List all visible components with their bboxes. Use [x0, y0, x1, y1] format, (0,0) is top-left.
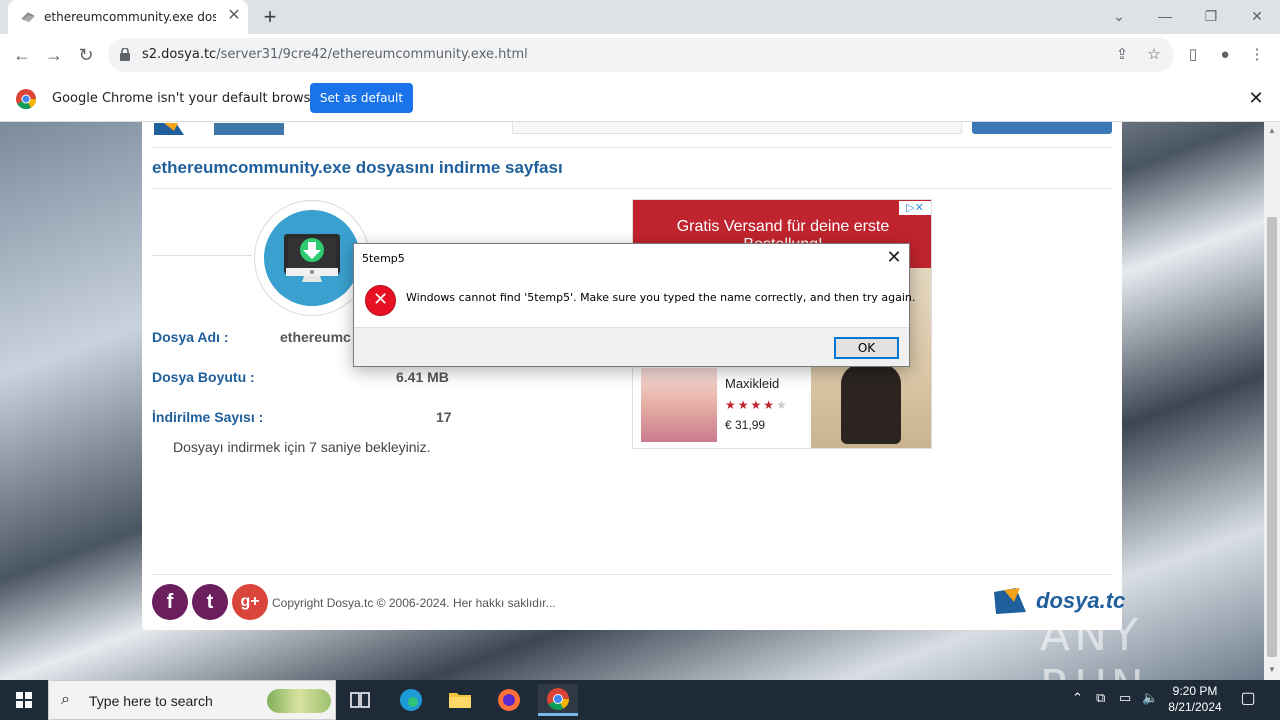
tab-search-icon[interactable]: ⌄ — [1104, 4, 1134, 28]
side-panel-icon[interactable]: ▯ — [1182, 44, 1204, 66]
url-host: s2.dosya.tc — [142, 47, 217, 62]
chrome-taskbar-icon[interactable] — [538, 684, 578, 716]
browser-toolbar: ← → ↻ s2.dosya.tc/server31/9cre42/ethere… — [0, 34, 1280, 76]
firefox-icon[interactable] — [489, 684, 529, 716]
field-value-downloads: 17 — [436, 409, 452, 425]
star-icon: ★ — [725, 398, 738, 412]
divider — [152, 255, 252, 256]
download-computer-icon — [284, 234, 340, 282]
adchoices-icon[interactable]: ▷✕ — [899, 201, 931, 215]
scroll-down-icon[interactable]: ▼ — [1268, 665, 1276, 674]
anyrun-watermark: ANY RUN — [1040, 610, 1144, 680]
facebook-icon[interactable]: f — [152, 584, 188, 620]
error-icon: ✕ — [365, 285, 396, 316]
scroll-up-icon[interactable]: ▲ — [1268, 126, 1276, 135]
tray-chevron-icon[interactable]: ⌃ — [1072, 690, 1083, 706]
url-text: s2.dosya.tc/server31/9cre42/ethereumcomm… — [142, 47, 528, 62]
tray-device-icon[interactable]: ⧉ — [1096, 690, 1105, 706]
dosya-logo-icon — [994, 588, 1026, 614]
back-button[interactable]: ← — [10, 43, 34, 67]
site-nav-button[interactable] — [972, 122, 1112, 134]
set-as-default-button[interactable]: Set as default — [310, 83, 413, 113]
divider — [152, 188, 1112, 189]
divider — [152, 574, 1112, 575]
browser-tab[interactable]: ethereumcommunity.exe dosyasını indirme … — [8, 0, 248, 34]
field-value-filesize: 6.41 MB — [396, 369, 449, 385]
twitter-icon[interactable]: t — [192, 584, 228, 620]
ok-button[interactable]: OK — [834, 337, 899, 359]
taskbar-search[interactable]: ⌕ Type here to search — [48, 680, 336, 720]
star-icon: ★ — [750, 398, 764, 412]
notification-icon[interactable]: ▢ — [1236, 688, 1260, 712]
dialog-title: 5temp5 — [362, 252, 405, 265]
star-icon: ★ — [763, 398, 777, 412]
divider — [152, 147, 1112, 148]
default-browser-infobar: Google Chrome isn't your default browser… — [0, 76, 1280, 122]
scrollbar-thumb[interactable] — [1267, 217, 1277, 657]
start-button[interactable] — [0, 680, 48, 720]
url-path: /server31/9cre42/ethereumcommunity.exe.h… — [216, 47, 528, 62]
site-logo[interactable] — [154, 122, 294, 135]
bookmark-star-icon[interactable]: ☆ — [1143, 44, 1165, 66]
clock-time: 9:20 PM — [1172, 684, 1218, 698]
new-tab-button[interactable]: + — [258, 5, 282, 29]
forward-button[interactable]: → — [42, 43, 66, 67]
site-nav[interactable] — [512, 122, 962, 134]
tab-title: ethereumcommunity.exe dosyasını indirme … — [44, 10, 216, 24]
profile-avatar-icon[interactable]: ● — [1214, 44, 1236, 66]
tab-close-icon[interactable]: ✕ — [226, 8, 242, 24]
restore-button[interactable]: ❐ — [1196, 4, 1226, 28]
field-label-filesize: Dosya Boyutu : — [152, 369, 255, 385]
copyright-text: Copyright Dosya.tc © 2006-2024. Her hakk… — [272, 596, 556, 610]
page-scrollbar[interactable]: ▲ ▼ — [1264, 122, 1280, 680]
task-view-icon[interactable] — [340, 684, 380, 716]
search-icon: ⌕ — [61, 691, 70, 708]
google-plus-icon[interactable]: g+ — [232, 584, 268, 620]
windows-taskbar: ⌕ Type here to search ⌃ ⧉ ▭ 🔈 9:20 PM 8/… — [0, 680, 1280, 720]
share-icon[interactable]: ⇪ — [1111, 44, 1133, 66]
search-placeholder: Type here to search — [89, 693, 213, 709]
page-title: ethereumcommunity.exe dosyasını indirme … — [152, 158, 563, 177]
infobar-message: Google Chrome isn't your default browser — [52, 91, 324, 106]
dialog-message: Windows cannot find '5temp5'. Make sure … — [406, 291, 916, 304]
field-value-filename: ethereumc — [280, 329, 351, 345]
file-explorer-icon[interactable] — [440, 684, 480, 716]
close-window-button[interactable]: ✕ — [1242, 4, 1272, 28]
page-content: ethereumcommunity.exe dosyasını indirme … — [142, 122, 1125, 630]
taskbar-clock[interactable]: 9:20 PM 8/21/2024 — [1160, 683, 1230, 715]
infobar-close-icon[interactable]: ✕ — [1246, 88, 1266, 108]
ad-product-image[interactable] — [641, 368, 717, 442]
volume-icon[interactable]: 🔈 — [1142, 690, 1158, 706]
field-label-filename: Dosya Adı : — [152, 329, 229, 345]
countdown-message: Dosyayı indirmek için 7 saniye bekleyini… — [173, 439, 431, 455]
menu-kebab-icon[interactable]: ⋮ — [1246, 44, 1268, 66]
address-bar[interactable]: s2.dosya.tc/server31/9cre42/ethereumcomm… — [108, 38, 1174, 72]
ad-price: € 31,99 — [725, 418, 766, 432]
site-favicon-icon — [21, 12, 35, 22]
windows-logo-icon — [16, 692, 32, 708]
network-icon[interactable]: ▭ — [1119, 690, 1131, 706]
ad-rating-stars: ★★★★★ — [725, 398, 789, 412]
star-icon: ★ — [776, 398, 789, 412]
star-icon: ★ — [737, 398, 751, 412]
ad-product-name[interactable]: Maxikleid — [725, 376, 779, 391]
minimize-button[interactable]: — — [1150, 4, 1180, 28]
lock-icon — [120, 48, 130, 61]
error-dialog: 5temp5 ✕ ✕ Windows cannot find '5temp5'.… — [353, 243, 915, 367]
field-label-downloads: İndirilme Sayısı : — [152, 409, 264, 425]
dialog-footer: OK — [354, 327, 909, 366]
dialog-close-button[interactable]: ✕ — [884, 248, 904, 268]
edge-icon[interactable] — [391, 684, 431, 716]
tab-strip: ethereumcommunity.exe dosyasını indirme … — [0, 0, 1280, 34]
page-viewport: ethereumcommunity.exe dosyasını indirme … — [0, 122, 1264, 680]
search-highlight-image — [267, 689, 331, 713]
reload-button[interactable]: ↻ — [74, 43, 98, 67]
chrome-logo-icon — [16, 89, 36, 109]
clock-date: 8/21/2024 — [1168, 700, 1222, 714]
